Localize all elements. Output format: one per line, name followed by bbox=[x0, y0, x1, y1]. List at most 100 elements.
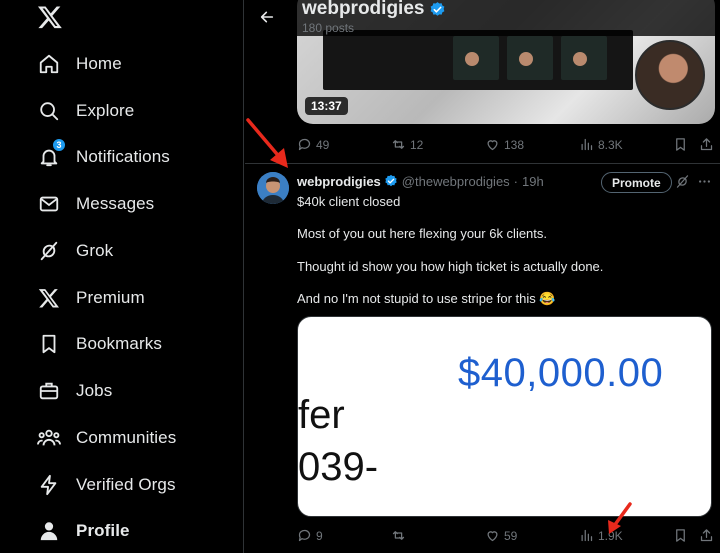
nav-explore[interactable]: Explore bbox=[36, 91, 134, 131]
more-options-button[interactable] bbox=[697, 174, 712, 192]
briefcase-icon bbox=[36, 378, 62, 404]
nav-notifications-label: Notifications bbox=[76, 147, 170, 166]
analytics-icon bbox=[581, 138, 593, 151]
nav-grok-label: Grok bbox=[76, 241, 114, 260]
post-text-line: Most of you out here flexing your 6k cli… bbox=[297, 226, 548, 241]
post-text-line: Thought id show you how high ticket is a… bbox=[297, 259, 604, 274]
person-icon bbox=[36, 518, 62, 544]
video-thumbnail bbox=[561, 36, 607, 80]
view-count: 8.3K bbox=[598, 137, 623, 152]
image-text-line: fer bbox=[298, 393, 345, 437]
notifications-badge: 3 bbox=[52, 138, 66, 152]
like-button[interactable]: 59 bbox=[485, 528, 517, 543]
lightning-icon bbox=[36, 472, 62, 498]
nav-profile[interactable]: Profile bbox=[36, 511, 130, 551]
nav-premium[interactable]: Premium bbox=[36, 278, 145, 318]
sidebar: Home Explore 3 Notifications Messages Gr… bbox=[0, 0, 244, 553]
views-button[interactable]: 8.3K bbox=[579, 137, 623, 152]
reply-button[interactable]: 49 bbox=[297, 137, 329, 152]
bookmark-button[interactable] bbox=[673, 137, 692, 152]
post-text-line: And no I'm not stupid to use stripe for … bbox=[297, 291, 556, 306]
x-logo-icon[interactable] bbox=[37, 4, 63, 30]
grok-button[interactable] bbox=[675, 174, 690, 194]
share-icon bbox=[700, 529, 713, 542]
post-header: webprodigies @thewebprodigies · 19h bbox=[297, 172, 544, 190]
nav-bookmarks[interactable]: Bookmarks bbox=[36, 324, 162, 364]
share-button[interactable] bbox=[699, 528, 718, 543]
repost-button[interactable]: 12 bbox=[391, 137, 423, 152]
video-duration: 13:37 bbox=[305, 97, 348, 115]
nav-jobs[interactable]: Jobs bbox=[36, 371, 112, 411]
like-count: 138 bbox=[504, 137, 525, 152]
reply-icon bbox=[298, 529, 311, 542]
grok-icon bbox=[676, 175, 689, 188]
nav-home[interactable]: Home bbox=[36, 44, 122, 84]
back-button[interactable] bbox=[257, 7, 277, 27]
repost-icon bbox=[392, 531, 405, 540]
bookmark-button[interactable] bbox=[673, 528, 692, 543]
post-author-name[interactable]: webprodigies bbox=[297, 174, 381, 189]
like-count: 59 bbox=[504, 528, 518, 543]
nav-messages[interactable]: Messages bbox=[36, 184, 154, 224]
more-dots-icon bbox=[699, 180, 710, 183]
nav-communities[interactable]: Communities bbox=[36, 418, 176, 458]
video-thumbnail bbox=[453, 36, 499, 80]
bookmark-icon bbox=[36, 331, 62, 357]
nav-premium-label: Premium bbox=[76, 288, 145, 307]
post-image[interactable]: $40,000.00 fer 039- bbox=[297, 316, 712, 517]
image-amount-text: $40,000.00 bbox=[458, 351, 664, 395]
header-post-count: 180 posts bbox=[302, 21, 355, 35]
profile-header: webprodigies 180 posts bbox=[245, 0, 720, 36]
post-text-line: $40k client closed bbox=[297, 194, 401, 209]
grok-icon bbox=[36, 238, 62, 264]
nav-home-label: Home bbox=[76, 54, 122, 73]
nav-explore-label: Explore bbox=[76, 101, 135, 120]
header-name: webprodigies bbox=[302, 0, 425, 19]
communities-icon bbox=[36, 425, 62, 451]
nav-profile-label: Profile bbox=[76, 521, 130, 540]
share-button[interactable] bbox=[699, 137, 718, 152]
repost-button[interactable] bbox=[391, 528, 410, 543]
repost-icon bbox=[392, 140, 405, 149]
nav-notifications[interactable]: 3 Notifications bbox=[36, 137, 170, 177]
image-text-line: 039- bbox=[298, 445, 379, 489]
search-icon bbox=[36, 98, 62, 124]
envelope-icon bbox=[36, 191, 62, 217]
post-actions: 9 59 1.9K bbox=[297, 528, 715, 550]
nav-jobs-label: Jobs bbox=[76, 381, 113, 400]
analytics-icon bbox=[581, 529, 593, 542]
arrow-left-icon bbox=[260, 11, 274, 23]
nav-bookmarks-label: Bookmarks bbox=[76, 334, 162, 353]
reply-count: 49 bbox=[316, 137, 330, 152]
heart-icon bbox=[487, 140, 498, 151]
heart-icon bbox=[487, 531, 498, 542]
nav-communities-label: Communities bbox=[76, 428, 177, 447]
video-thumbnail bbox=[507, 36, 553, 80]
nav-verified-orgs[interactable]: Verified Orgs bbox=[36, 465, 176, 505]
avatar[interactable] bbox=[257, 172, 289, 204]
post-author-handle[interactable]: @thewebprodigies bbox=[402, 174, 510, 189]
reply-count: 9 bbox=[316, 528, 323, 543]
video-post-actions: 49 12 138 8.3K bbox=[297, 137, 715, 159]
bookmark-icon bbox=[676, 138, 685, 151]
nav-grok[interactable]: Grok bbox=[36, 231, 113, 271]
video-presenter-bubble bbox=[635, 40, 705, 110]
bell-icon: 3 bbox=[36, 138, 66, 170]
like-button[interactable]: 138 bbox=[485, 137, 524, 152]
promote-button[interactable]: Promote bbox=[601, 172, 672, 193]
post-separator: · bbox=[513, 173, 519, 189]
avatar-photo bbox=[257, 172, 289, 204]
share-icon bbox=[700, 138, 713, 151]
reply-button[interactable]: 9 bbox=[297, 528, 323, 543]
repost-count: 12 bbox=[410, 137, 424, 152]
post-timestamp[interactable]: 19h bbox=[522, 174, 544, 189]
main-timeline: 13:37 webprodigies 180 posts 49 12 138 8… bbox=[245, 0, 720, 553]
nav-verified-orgs-label: Verified Orgs bbox=[76, 475, 176, 494]
post-divider bbox=[245, 163, 720, 164]
verified-badge-icon bbox=[385, 174, 397, 187]
annotation-arrow-icon bbox=[608, 502, 632, 534]
nav-messages-label: Messages bbox=[76, 194, 155, 213]
home-icon bbox=[36, 51, 62, 77]
annotation-arrow-icon bbox=[246, 118, 288, 168]
x-premium-icon bbox=[36, 285, 62, 311]
